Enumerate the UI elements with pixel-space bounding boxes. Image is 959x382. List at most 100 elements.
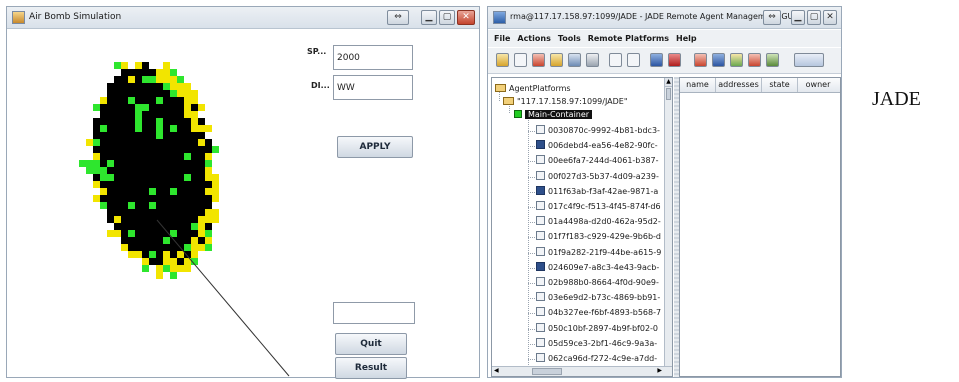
agent-tree-item[interactable]: 017c4f9c-f513-4f45-874f-d6 [536, 200, 661, 214]
bomb-cell [198, 118, 205, 125]
menu-actions[interactable]: Actions [517, 34, 550, 43]
dummy-agent-icon[interactable] [694, 53, 707, 67]
col-addresses[interactable]: addresses [716, 78, 762, 92]
bomb-cell [128, 153, 135, 160]
bomb-cell [135, 153, 142, 160]
jade-titlebar: rma@117.17.158.97:1099/JADE - JADE Remot… [488, 7, 841, 29]
restore-icon[interactable]: ⇔ [763, 10, 781, 25]
scroll-thumb[interactable] [666, 88, 671, 100]
bomb-cell [142, 265, 149, 272]
agent-tree-item[interactable]: 050c10bf-2897-4b9f-bf02-0 [536, 322, 658, 336]
bomb-cell [177, 237, 184, 244]
result-field[interactable] [333, 302, 415, 324]
bomb-cell [121, 132, 128, 139]
tree-platform[interactable]: "117.17.158.97:1099/JADE" [503, 95, 628, 109]
quit-button[interactable]: Quit [335, 333, 407, 355]
scroll-left-icon[interactable]: ◀ [494, 367, 499, 374]
agent-tree-item[interactable]: 01f9a282-21f9-44be-a615-9 [536, 246, 661, 260]
col-name[interactable]: name [680, 78, 716, 92]
introspector-icon[interactable] [748, 53, 761, 67]
bomb-cell [100, 125, 107, 132]
bomb-cell [156, 272, 163, 279]
bomb-cell [184, 139, 191, 146]
agent-tree-item[interactable]: 01f7f183-c929-429e-9b6b-d [536, 230, 661, 244]
agent-tree-item[interactable]: 05d59ce3-2bf1-46c9-9a3a- [536, 337, 657, 351]
kill-agent-icon[interactable] [532, 53, 545, 67]
agent-tree-item[interactable]: 04b327ee-f6bf-4893-b568-7 [536, 306, 661, 320]
agent-tree-item[interactable]: 00ee6fa7-244d-4061-b387- [536, 154, 659, 168]
bomb-cell [191, 216, 198, 223]
tree-root[interactable]: AgentPlatforms [495, 82, 571, 96]
tree-vertical-scrollbar[interactable]: ▲ [664, 78, 672, 366]
agent-tree[interactable]: AgentPlatforms "117.17.158.97:1099/JADE"… [491, 77, 673, 377]
restore-icon[interactable]: ⇔ [387, 10, 409, 25]
save-icon[interactable] [650, 53, 663, 67]
direction-input[interactable] [333, 75, 413, 100]
suspend-agent-icon[interactable] [550, 53, 563, 67]
bomb-cell [156, 90, 163, 97]
bomb-cell [198, 132, 205, 139]
list-icon[interactable] [514, 53, 527, 67]
menu-tools[interactable]: Tools [558, 34, 581, 43]
minimize-button[interactable]: ▁ [791, 10, 805, 25]
scroll-right-icon[interactable]: ▶ [657, 367, 662, 374]
tree-horizontal-scrollbar[interactable]: ◀ ▶ [492, 366, 672, 376]
bomb-cell [100, 118, 107, 125]
agent-icon [536, 231, 545, 241]
tree-main-container[interactable]: Main-Container [514, 108, 593, 122]
bomb-cell [170, 181, 177, 188]
stop-icon[interactable] [668, 53, 681, 67]
bomb-cell [205, 223, 212, 230]
bomb-cell [163, 118, 170, 125]
bomb-cell [191, 251, 198, 258]
agent-tree-item[interactable]: 0030870c-9992-4b81-bdc3- [536, 124, 660, 138]
maximize-button[interactable]: ▢ [439, 10, 455, 25]
result-button[interactable]: Result [335, 357, 407, 379]
send-message-icon[interactable] [586, 53, 599, 67]
bomb-cell [149, 223, 156, 230]
col-state[interactable]: state [762, 78, 798, 92]
bomb-cell [170, 139, 177, 146]
agent-tree-item[interactable]: 01a4498a-d2d0-462a-95d2- [536, 215, 661, 229]
df-gui-icon[interactable] [712, 53, 725, 67]
clone-agent-icon[interactable] [627, 53, 640, 67]
menu-help[interactable]: Help [676, 34, 697, 43]
col-owner[interactable]: owner [798, 78, 838, 92]
agent-tree-item[interactable]: 024609e7-a8c3-4e43-9acb- [536, 261, 659, 275]
hscroll-thumb[interactable] [532, 368, 562, 375]
migrate-agent-icon[interactable] [609, 53, 622, 67]
menu-remote-platforms[interactable]: Remote Platforms [588, 34, 669, 43]
agent-tree-item[interactable]: 062ca96d-f272-4c9e-a7dd- [536, 352, 657, 366]
log-manager-icon[interactable] [766, 53, 779, 67]
bomb-cell [114, 146, 121, 153]
agent-icon [536, 261, 545, 271]
scroll-up-icon[interactable]: ▲ [665, 78, 672, 87]
bomb-cell [135, 146, 142, 153]
bomb-cell [142, 69, 149, 76]
close-button[interactable]: ✕ [823, 10, 837, 25]
speed-input[interactable] [333, 45, 413, 70]
agent-tree-item[interactable]: 00f027d3-5b37-4d09-a239- [536, 170, 659, 184]
apply-button[interactable]: APPLY [337, 136, 413, 158]
minimize-button[interactable]: ▁ [421, 10, 437, 25]
sniffer-icon[interactable] [730, 53, 743, 67]
agent-tree-item[interactable]: 02b988b0-8664-4f0d-90e9- [536, 276, 659, 290]
resume-agent-icon[interactable] [568, 53, 581, 67]
bomb-cell [93, 132, 100, 139]
agent-tree-item[interactable]: 006debd4-ea56-4e82-90fc- [536, 139, 658, 153]
simulation-canvas [7, 30, 307, 378]
bomb-cell [135, 209, 142, 216]
bomb-cell [114, 174, 121, 181]
agent-tree-item[interactable]: 03e6e9d2-b73c-4869-bb91- [536, 291, 660, 305]
maximize-button[interactable]: ▢ [807, 10, 821, 25]
bomb-cell [163, 139, 170, 146]
bomb-cell [212, 195, 219, 202]
bomb-cell [170, 209, 177, 216]
new-agent-icon[interactable] [496, 53, 509, 67]
close-button[interactable]: ✕ [457, 10, 475, 25]
bomb-cell [205, 139, 212, 146]
menu-file[interactable]: File [494, 34, 510, 43]
bomb-cell [163, 209, 170, 216]
agent-tree-item[interactable]: 011f63ab-f3af-42ae-9871-a [536, 185, 658, 199]
bomb-cell [149, 118, 156, 125]
